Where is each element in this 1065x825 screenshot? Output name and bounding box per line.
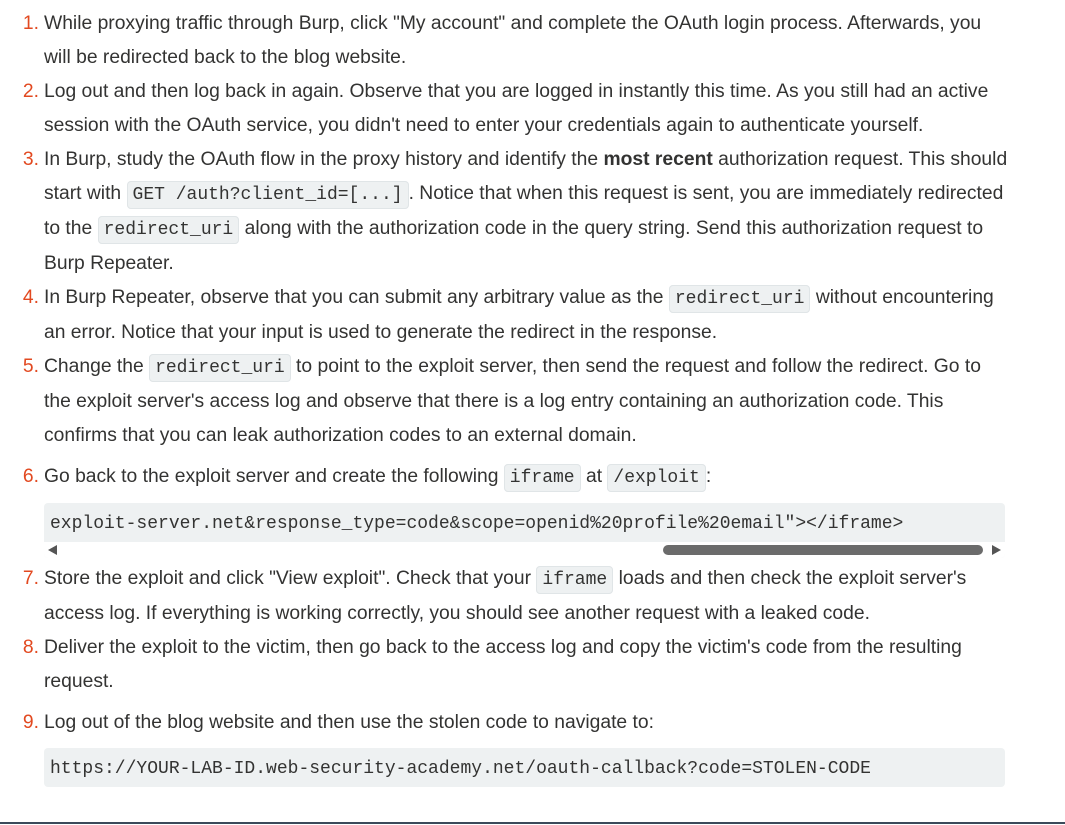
horizontal-scrollbar[interactable] — [44, 542, 1005, 558]
step-8: 8. Deliver the exploit to the victim, th… — [0, 631, 1065, 699]
lab-solution-steps: 1. While proxying traffic through Burp, … — [0, 7, 1065, 791]
callback-code-block: https://YOUR-LAB-ID.web-security-academy… — [44, 748, 1005, 787]
inline-code: GET /auth?client_id=[...] — [126, 181, 409, 209]
scroll-right-icon[interactable] — [992, 545, 1001, 555]
step-number: 8. — [22, 637, 39, 658]
step-1: 1. While proxying traffic through Burp, … — [0, 7, 1065, 75]
step-4: 4. In Burp Repeater, observe that you ca… — [0, 281, 1065, 350]
inline-code: /exploit — [607, 464, 706, 492]
step-number: 4. — [22, 287, 39, 308]
step-number: 3. — [22, 149, 39, 170]
step-5: 5. Change the redirect_uri to point to t… — [0, 350, 1065, 453]
step-text: Store the exploit and click "View exploi… — [44, 568, 537, 589]
step-number: 2. — [22, 81, 39, 102]
step-3: 3. In Burp, study the OAuth flow in the … — [0, 143, 1065, 281]
step-number: 1. — [22, 13, 39, 34]
exploit-code-block[interactable]: exploit-server.net&response_type=code&sc… — [44, 503, 1005, 558]
step-text: Log out of the blog website and then use… — [44, 712, 654, 733]
step-text: In Burp Repeater, observe that you can s… — [44, 287, 669, 308]
step-9: 9. Log out of the blog website and then … — [0, 706, 1065, 787]
step-text: Go back to the exploit server and create… — [44, 466, 504, 487]
code-block-text: exploit-server.net&response_type=code&sc… — [50, 514, 904, 534]
step-number: 6. — [22, 466, 39, 487]
step-text: Change the — [44, 356, 150, 377]
step-text: Deliver the exploit to the victim, then … — [44, 637, 962, 692]
step-text: While proxying traffic through Burp, cli… — [44, 13, 982, 68]
step-text: In Burp, study the OAuth flow in the pro… — [44, 149, 604, 170]
emphasis-text: most recent — [603, 149, 713, 170]
inline-code: redirect_uri — [97, 216, 240, 244]
scrollbar-thumb[interactable] — [663, 545, 983, 555]
step-number: 5. — [22, 356, 39, 377]
scroll-left-icon[interactable] — [48, 545, 57, 555]
inline-code: redirect_uri — [668, 285, 811, 313]
bottom-divider — [0, 822, 1065, 824]
step-number: 7. — [22, 568, 39, 589]
step-number: 9. — [22, 712, 39, 733]
step-6: 6. Go back to the exploit server and cre… — [0, 460, 1065, 558]
step-text: at — [580, 466, 608, 487]
inline-code: iframe — [503, 464, 581, 492]
inline-code: iframe — [536, 566, 614, 594]
inline-code: redirect_uri — [149, 354, 291, 382]
step-2: 2. Log out and then log back in again. O… — [0, 75, 1065, 143]
code-block-text: https://YOUR-LAB-ID.web-security-academy… — [50, 759, 871, 779]
step-text: : — [705, 466, 712, 487]
step-text: Log out and then log back in again. Obse… — [44, 81, 989, 136]
step-7: 7. Store the exploit and click "View exp… — [0, 562, 1065, 631]
